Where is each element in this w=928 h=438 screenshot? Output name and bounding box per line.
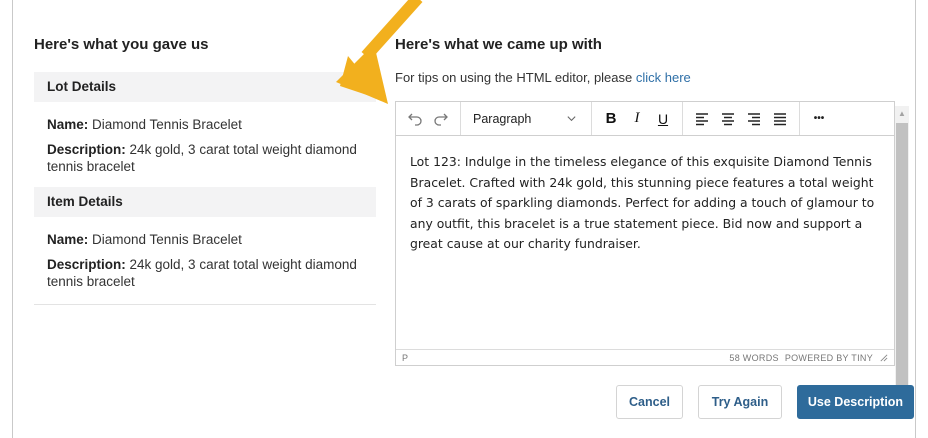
- undo-button[interactable]: [402, 106, 428, 132]
- item-description-label: Description:: [47, 257, 126, 272]
- item-description-field: Description: 24k gold, 3 carat total wei…: [34, 256, 376, 290]
- item-name-field: Name: Diamond Tennis Bracelet: [34, 231, 376, 248]
- powered-by-link[interactable]: POWERED BY TINY: [785, 353, 873, 363]
- lot-description-field: Description: 24k gold, 3 carat total wei…: [34, 141, 376, 175]
- generated-description-panel: Here's what we came up with For tips on …: [395, 34, 915, 412]
- input-summary-panel: Here's what you gave us Lot Details Name…: [34, 34, 376, 305]
- format-group: Paragraph: [461, 102, 592, 135]
- undo-icon: [408, 113, 422, 126]
- use-description-button[interactable]: Use Description: [797, 385, 914, 419]
- block-format-select[interactable]: Paragraph: [467, 112, 585, 126]
- item-details-header: Item Details: [34, 187, 376, 217]
- underline-button[interactable]: U: [650, 106, 676, 132]
- align-left-icon: [696, 112, 708, 125]
- align-group: [683, 102, 800, 135]
- tips-link[interactable]: click here: [636, 70, 691, 85]
- editor-statusbar: P 58 WORDS POWERED BY TINY: [396, 349, 894, 365]
- rich-text-editor: Paragraph B I U ••• Lot 123: Indulge in …: [395, 101, 895, 366]
- lot-details-header: Lot Details: [34, 72, 376, 102]
- align-center-button[interactable]: [715, 106, 741, 132]
- redo-icon: [434, 113, 448, 126]
- lot-name-field: Name: Diamond Tennis Bracelet: [34, 116, 376, 133]
- align-right-button[interactable]: [741, 106, 767, 132]
- block-format-value: Paragraph: [473, 111, 532, 126]
- input-summary-title: Here's what you gave us: [34, 36, 209, 53]
- align-center-icon: [722, 112, 734, 125]
- word-count[interactable]: 58 WORDS: [729, 353, 778, 363]
- cancel-button[interactable]: Cancel: [616, 385, 683, 419]
- editor-tips: For tips on using the HTML editor, pleas…: [395, 70, 915, 86]
- item-name-label: Name:: [47, 232, 89, 247]
- item-name-value: Diamond Tennis Bracelet: [88, 232, 242, 247]
- resize-handle-icon[interactable]: [879, 353, 888, 362]
- bold-button[interactable]: B: [598, 106, 624, 132]
- align-justify-icon: [774, 112, 786, 125]
- panel-scrollbar[interactable]: ▲ ▼: [895, 106, 909, 412]
- history-group: [396, 102, 461, 135]
- redo-button[interactable]: [428, 106, 454, 132]
- editor-content-area[interactable]: Lot 123: Indulge in the timeless eleganc…: [396, 136, 894, 349]
- tips-text: For tips on using the HTML editor, pleas…: [395, 70, 636, 85]
- generated-title: Here's what we came up with: [395, 36, 602, 53]
- more-group: •••: [800, 102, 838, 135]
- editor-toolbar: Paragraph B I U •••: [396, 102, 894, 136]
- try-again-button[interactable]: Try Again: [698, 385, 782, 419]
- more-options-button[interactable]: •••: [806, 106, 832, 132]
- align-right-icon: [748, 112, 760, 125]
- scroll-up-arrow-icon[interactable]: ▲: [895, 106, 909, 120]
- lot-name-value: Diamond Tennis Bracelet: [88, 117, 242, 132]
- scroll-thumb[interactable]: [896, 123, 908, 395]
- element-path[interactable]: P: [402, 353, 408, 363]
- chevron-down-icon: [567, 116, 576, 122]
- italic-button[interactable]: I: [624, 106, 650, 132]
- align-left-button[interactable]: [689, 106, 715, 132]
- status-right: 58 WORDS POWERED BY TINY: [729, 353, 888, 363]
- lot-name-label: Name:: [47, 117, 89, 132]
- style-group: B I U: [592, 102, 683, 135]
- lot-description-label: Description:: [47, 142, 126, 157]
- align-justify-button[interactable]: [767, 106, 793, 132]
- divider: [34, 304, 376, 305]
